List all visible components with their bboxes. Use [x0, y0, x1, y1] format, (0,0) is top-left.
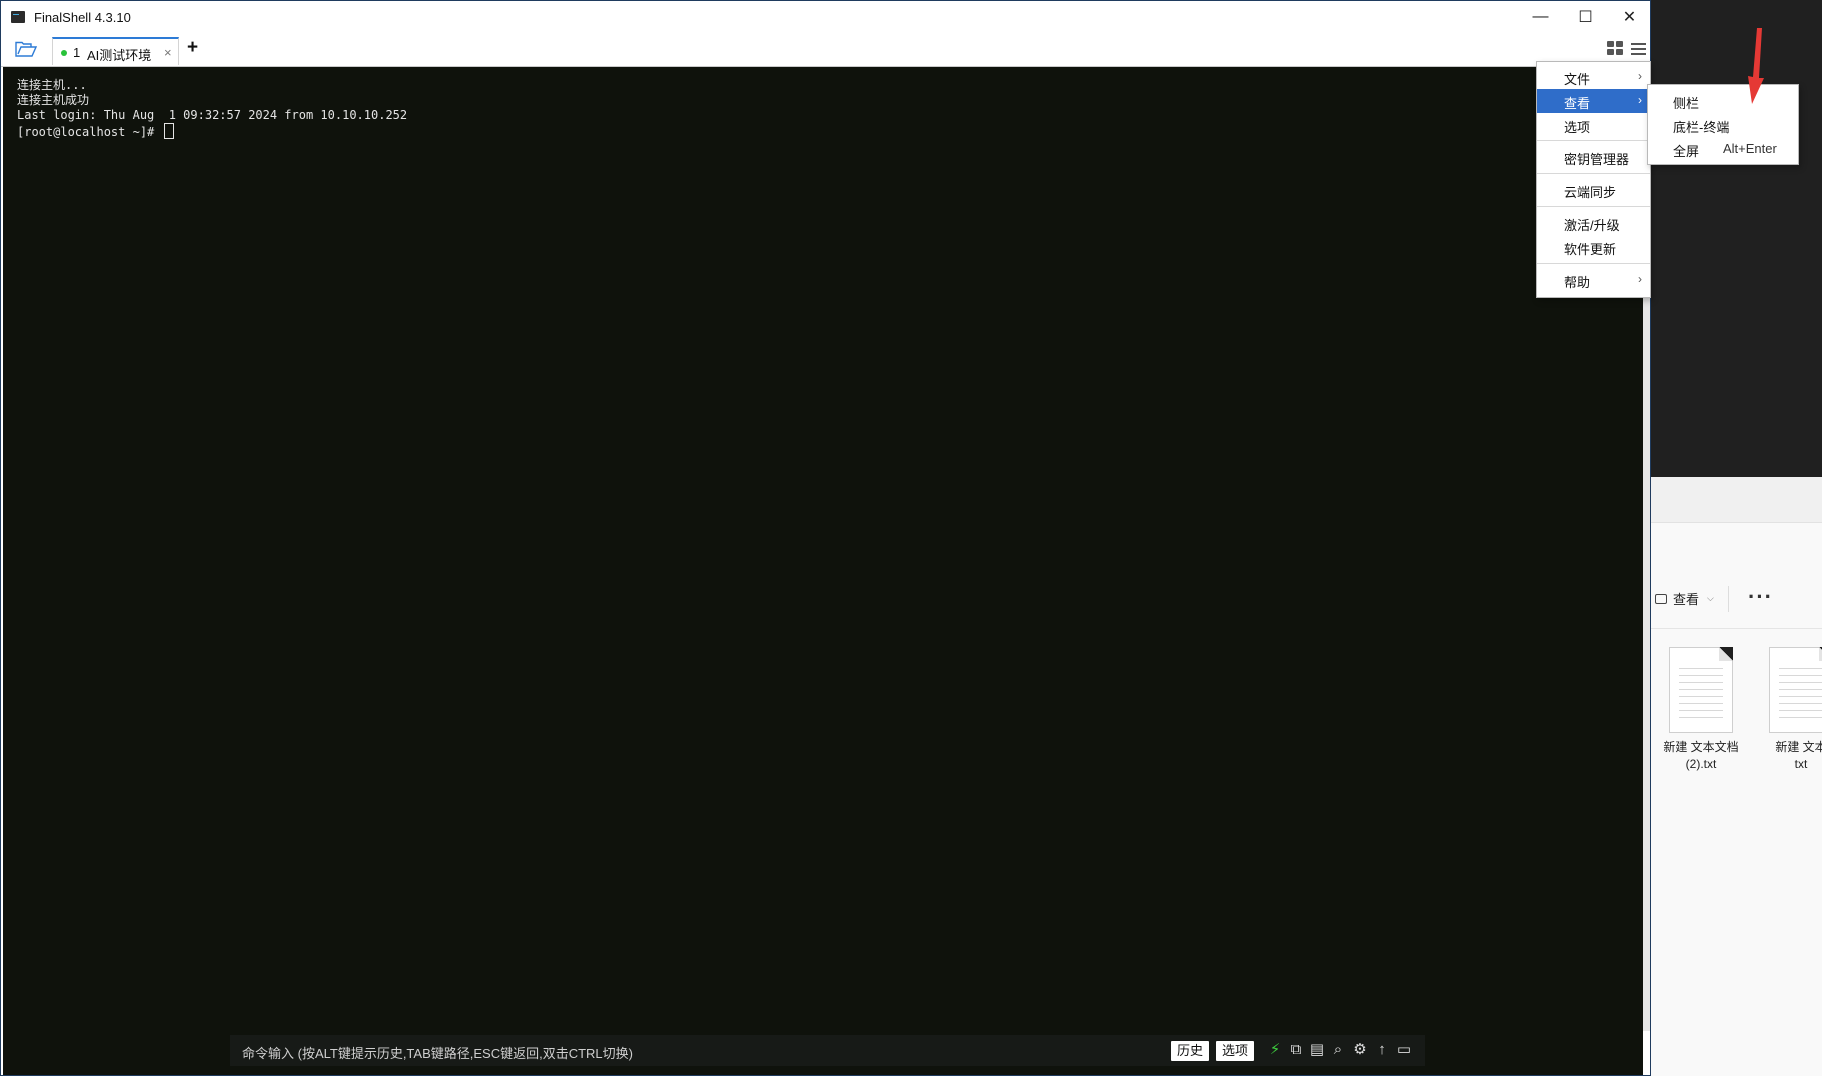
- add-tab-button[interactable]: +: [187, 37, 198, 59]
- file-name-line1: 新建 文本: [1775, 740, 1822, 754]
- submenu-item-label: 底栏-终端: [1673, 120, 1730, 135]
- explorer-address-area: [1651, 523, 1822, 571]
- explorer-view-label: 查看: [1673, 592, 1700, 607]
- menu-item-label: 选项: [1564, 120, 1591, 135]
- terminal-line: 连接主机成功: [17, 93, 90, 107]
- menu-item-view[interactable]: 查看 ›: [1537, 89, 1650, 113]
- submenu-item-fullscreen[interactable]: 全屏 Alt+Enter: [1648, 137, 1798, 161]
- chevron-right-icon: ›: [1638, 93, 1642, 107]
- lightning-icon[interactable]: ⚡: [1266, 1041, 1284, 1059]
- menu-separator: [1537, 263, 1650, 264]
- menu-item-label: 帮助: [1564, 275, 1591, 290]
- menu-separator: [1537, 206, 1650, 207]
- title-bar[interactable]: FinalShell 4.3.10 — ☐ ✕: [1, 1, 1650, 34]
- terminal-prompt: [root@localhost ~]#: [17, 125, 162, 139]
- submenu-item-label: 侧栏: [1673, 96, 1700, 111]
- menu-item-help[interactable]: 帮助 ›: [1537, 268, 1650, 292]
- explorer-toolbar: 查看 ⌵ ···: [1651, 572, 1822, 629]
- explorer-title-area: [1651, 477, 1822, 523]
- chevron-right-icon: ›: [1638, 272, 1642, 286]
- explorer-view-button[interactable]: 查看 ⌵: [1655, 589, 1714, 608]
- terminal-line: 连接主机...: [17, 78, 87, 92]
- file-item[interactable]: 新建 文本文档 (2).txt: [1651, 647, 1751, 773]
- menu-item-key-manager[interactable]: 密钥管理器: [1537, 145, 1650, 169]
- tab-close-icon[interactable]: ×: [164, 45, 172, 60]
- view-icon: [1655, 593, 1667, 604]
- gear-icon[interactable]: ⚙: [1351, 1041, 1369, 1059]
- view-submenu: 侧栏 底栏-终端 全屏 Alt+Enter: [1647, 84, 1799, 165]
- menu-separator: [1537, 173, 1650, 174]
- command-input-hint[interactable]: 命令输入 (按ALT键提示历史,TAB键路径,ESC键返回,双击CTRL切换): [242, 1043, 633, 1062]
- menu-item-options[interactable]: 选项: [1537, 113, 1650, 137]
- background-file-explorer: 查看 ⌵ ··· 新建 文本文档 (2).txt 新建 文本 txt: [1651, 477, 1822, 1076]
- finalshell-window: FinalShell 4.3.10 — ☐ ✕ 1 AI测试环境 × + 连接主…: [0, 0, 1651, 1076]
- menu-item-label: 查看: [1564, 96, 1591, 111]
- menu-separator: [1537, 140, 1650, 141]
- chevron-down-icon: ⌵: [1707, 593, 1714, 603]
- submenu-item-label: 全屏: [1673, 144, 1700, 159]
- menu-item-label: 文件: [1564, 72, 1591, 87]
- text-file-icon: [1669, 647, 1733, 733]
- submenu-item-sidebar[interactable]: 侧栏: [1648, 89, 1798, 113]
- close-button[interactable]: ✕: [1607, 1, 1652, 33]
- copy-icon[interactable]: ⧉: [1287, 1041, 1305, 1059]
- options-button[interactable]: 选项: [1216, 1041, 1255, 1061]
- menu-item-file[interactable]: 文件 ›: [1537, 65, 1650, 89]
- file-name-line2: (2).txt: [1685, 757, 1717, 771]
- main-menu: 文件 › 查看 › 选项 密钥管理器 云端同步 激活/升级 软件更新 帮助 ›: [1536, 61, 1651, 298]
- annotation-arrow-icon: [1748, 28, 1764, 104]
- history-button[interactable]: 历史: [1171, 1041, 1210, 1061]
- menu-item-label: 密钥管理器: [1564, 152, 1630, 167]
- terminal-output: 连接主机... 连接主机成功 Last login: Thu Aug 1 09:32…: [17, 78, 407, 140]
- tab-bar: 1 AI测试环境 × +: [1, 34, 1650, 67]
- maximize-button[interactable]: ☐: [1563, 1, 1608, 33]
- menu-item-software-update[interactable]: 软件更新: [1537, 235, 1650, 259]
- command-input-bar[interactable]: 命令输入 (按ALT键提示历史,TAB键路径,ESC键返回,双击CTRL切换) …: [230, 1035, 1425, 1066]
- menu-item-label: 激活/升级: [1564, 218, 1620, 233]
- chevron-right-icon: ›: [1638, 69, 1642, 83]
- toolbar-divider: [1728, 586, 1729, 612]
- file-name-line2: txt: [1794, 757, 1808, 771]
- tab-number: 1: [73, 45, 81, 60]
- open-folder-icon[interactable]: [15, 41, 37, 57]
- finalshell-app-icon: [11, 11, 25, 23]
- paste-icon[interactable]: ▤: [1308, 1041, 1326, 1059]
- menu-item-cloud-sync[interactable]: 云端同步: [1537, 178, 1650, 202]
- hamburger-menu-icon[interactable]: [1631, 43, 1646, 58]
- window-icon[interactable]: ▭: [1395, 1041, 1413, 1059]
- submenu-item-shortcut: Alt+Enter: [1723, 141, 1777, 156]
- connection-status-dot: [61, 50, 67, 56]
- file-item[interactable]: 新建 文本 txt: [1751, 647, 1822, 773]
- layout-grid-icon[interactable]: [1607, 41, 1623, 55]
- terminal-cursor: [163, 123, 174, 139]
- file-name-line1: 新建 文本文档: [1663, 740, 1739, 754]
- tab-ai-test-env[interactable]: 1 AI测试环境 ×: [52, 37, 179, 65]
- upload-icon[interactable]: ↑: [1373, 1041, 1391, 1059]
- menu-item-label: 云端同步: [1564, 185, 1617, 200]
- explorer-more-button[interactable]: ···: [1748, 584, 1773, 610]
- text-file-icon: [1769, 647, 1822, 733]
- submenu-item-bottom-terminal[interactable]: 底栏-终端: [1648, 113, 1798, 137]
- window-title: FinalShell 4.3.10: [34, 10, 131, 25]
- terminal-line: Last login: Thu Aug 1 09:32:57 2024 from…: [17, 108, 408, 122]
- search-icon[interactable]: ⌕: [1329, 1041, 1347, 1059]
- menu-item-label: 软件更新: [1564, 242, 1617, 257]
- terminal-area[interactable]: 连接主机... 连接主机成功 Last login: Thu Aug 1 09:32…: [3, 67, 1643, 1075]
- tab-label: AI测试环境: [87, 48, 152, 63]
- menu-item-activate-upgrade[interactable]: 激活/升级: [1537, 211, 1650, 235]
- minimize-button[interactable]: —: [1518, 1, 1563, 33]
- terminal-prompt-line: [root@localhost ~]#: [17, 123, 407, 140]
